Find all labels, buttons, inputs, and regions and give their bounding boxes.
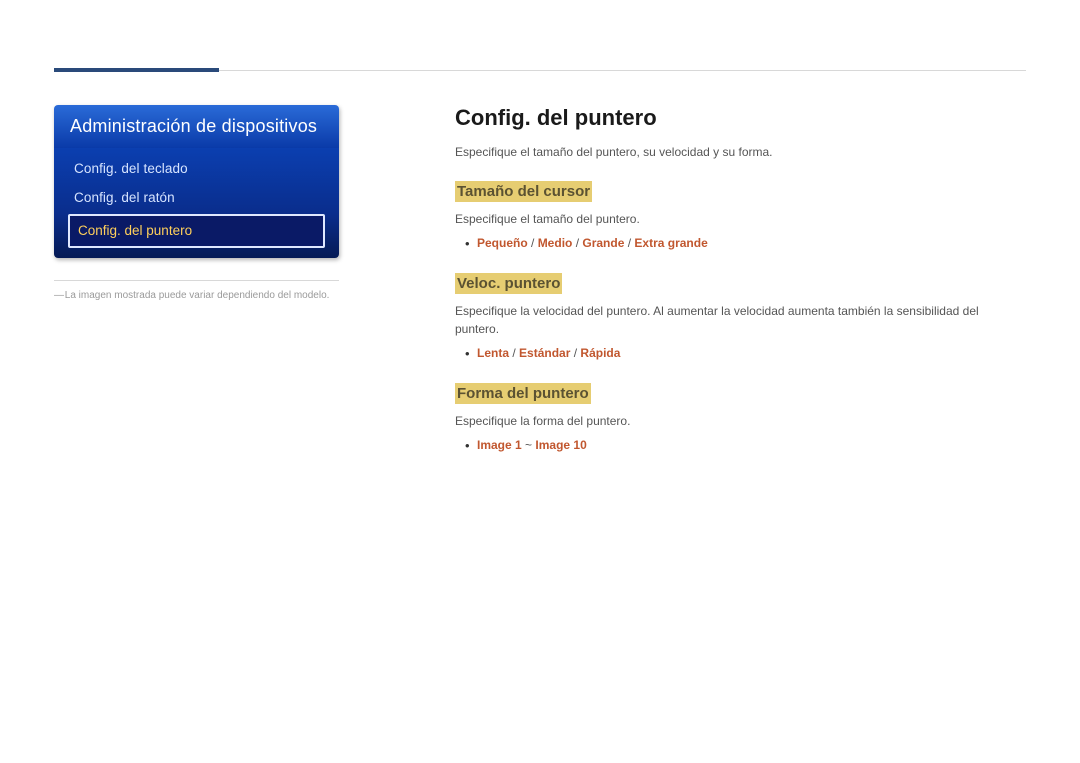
section-desc-veloc: Especifique la velocidad del puntero. Al… (455, 302, 1026, 338)
option-rapida: Rápida (580, 346, 620, 360)
section-forma: Forma del puntero Especifique la forma d… (455, 383, 1026, 455)
option-lenta: Lenta (477, 346, 509, 360)
top-divider-accent (54, 68, 219, 72)
sidebar-note: La imagen mostrada puede variar dependie… (54, 289, 339, 303)
option-extra-grande: Extra grande (634, 236, 707, 250)
content: Config. del puntero Especifique el tamañ… (455, 105, 1026, 476)
option-tilde: ~ (525, 438, 535, 452)
section-title-forma: Forma del puntero (455, 383, 591, 404)
option-medio: Medio (538, 236, 573, 250)
menu-body: Config. del teclado Config. del ratón Co… (54, 148, 339, 258)
sidebar: Administración de dispositivos Config. d… (54, 105, 339, 303)
menu-item-raton[interactable]: Config. del ratón (68, 183, 325, 212)
section-title-tamano: Tamaño del cursor (455, 181, 592, 202)
page-title: Config. del puntero (455, 105, 1026, 131)
option-estandar: Estándar (519, 346, 570, 360)
menu-item-puntero-label: Config. del puntero (78, 223, 192, 238)
menu-item-puntero[interactable]: Config. del puntero (68, 214, 325, 248)
menu-box: Administración de dispositivos Config. d… (54, 105, 339, 258)
menu-header: Administración de dispositivos (54, 105, 339, 148)
option-image10: Image 10 (535, 438, 586, 452)
option-grande: Grande (582, 236, 624, 250)
option-pequeno: Pequeño (477, 236, 528, 250)
menu-item-teclado[interactable]: Config. del teclado (68, 154, 325, 183)
section-desc-tamano: Especifique el tamaño del puntero. (455, 210, 1026, 228)
intro-text: Especifique el tamaño del puntero, su ve… (455, 145, 1026, 159)
option-line-tamano: Pequeño / Medio / Grande / Extra grande (455, 234, 1026, 253)
section-desc-forma: Especifique la forma del puntero. (455, 412, 1026, 430)
section-title-veloc: Veloc. puntero (455, 273, 562, 294)
option-sep: / (531, 236, 538, 250)
option-image1: Image 1 (477, 438, 522, 452)
option-line-veloc: Lenta / Estándar / Rápida (455, 344, 1026, 363)
sidebar-divider (54, 280, 339, 281)
option-line-forma: Image 1 ~ Image 10 (455, 436, 1026, 455)
section-tamano: Tamaño del cursor Especifique el tamaño … (455, 181, 1026, 253)
section-veloc: Veloc. puntero Especifique la velocidad … (455, 273, 1026, 363)
